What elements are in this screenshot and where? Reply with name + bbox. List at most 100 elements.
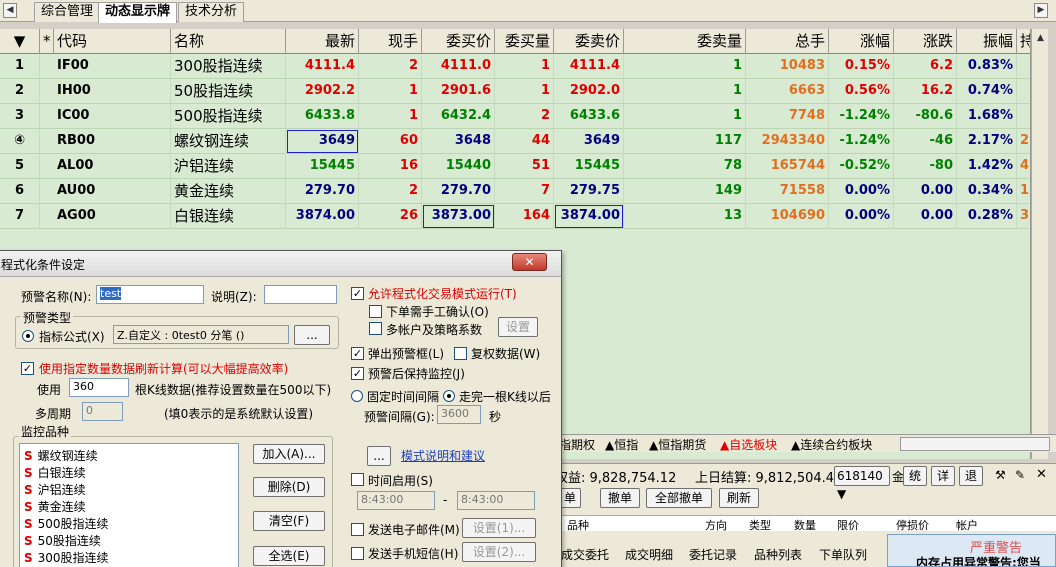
popup-alert-checkbox[interactable]: ✓ xyxy=(351,347,364,360)
list-item[interactable]: S 50股指连续 xyxy=(24,532,101,549)
add-symbol-button[interactable]: 加入(A)... xyxy=(253,444,325,464)
vertical-scrollbar[interactable]: ▲ ▼ xyxy=(1031,29,1048,459)
indicator-radio[interactable] xyxy=(22,330,34,342)
table-row[interactable]: 7 AG00 白银连续 3874.00 26 3873.00 164 3874.00 13 104… xyxy=(0,204,1030,229)
col-last[interactable]: 最新 xyxy=(286,29,359,54)
tab-tech-analysis[interactable]: 技术分析 xyxy=(178,2,245,22)
tab-hsi[interactable]: ▲恒指 xyxy=(605,436,638,453)
order-button[interactable]: 单 xyxy=(559,488,581,508)
select-all-button[interactable]: 全选(E) xyxy=(253,546,325,566)
time-enable-checkbox[interactable] xyxy=(351,473,364,486)
strategy-setup-button[interactable]: 设置 xyxy=(498,317,538,337)
send-email-checkbox[interactable] xyxy=(351,523,364,536)
tab-order-queue[interactable]: 下单队列 xyxy=(819,546,867,563)
last-volume: 2 xyxy=(359,179,422,204)
indicator-browse-button[interactable]: ... xyxy=(294,325,330,345)
close-icon[interactable]: ✕ xyxy=(512,253,547,271)
col-code[interactable]: 代码 xyxy=(54,29,171,54)
model-help-link[interactable]: 模式说明和建议 xyxy=(401,447,485,464)
fixed-interval-radio[interactable] xyxy=(351,390,363,402)
amplitude: 1.68% xyxy=(957,104,1017,129)
col-hold[interactable]: 持 xyxy=(1017,29,1030,54)
sms-setup-button[interactable]: 设置(2)... xyxy=(462,542,536,562)
horizontal-scrollbar[interactable] xyxy=(900,437,1050,451)
col-bid-vol[interactable]: 委买量 xyxy=(495,29,554,54)
exit-button[interactable]: 退 xyxy=(959,466,983,486)
col-name[interactable]: 名称 xyxy=(171,29,286,54)
clear-symbols-button[interactable]: 清空(F) xyxy=(253,511,325,531)
use-count-checkbox[interactable]: ✓ xyxy=(21,362,34,375)
col-ask-vol[interactable]: 委卖量 xyxy=(624,29,746,54)
stay-button[interactable]: 统 xyxy=(903,466,927,486)
email-setup-button[interactable]: 设置(1)... xyxy=(462,518,536,538)
close-panel-icon[interactable]: ✕ xyxy=(1036,467,1047,482)
col-ask[interactable]: 委卖价 xyxy=(554,29,624,54)
tab-order-log[interactable]: 委托记录 xyxy=(689,546,737,563)
bar-count-input[interactable]: 360 xyxy=(69,378,129,397)
memory-warning-toast[interactable]: 严重警告 内存占用异常警告:您当 xyxy=(887,534,1056,567)
tab-continuous[interactable]: ▲连续合约板块 xyxy=(791,436,872,453)
list-item[interactable]: S 螺纹钢连续 xyxy=(24,447,98,464)
alert-name-input[interactable]: test xyxy=(96,285,204,304)
table-row[interactable]: ④ RB00 螺纹钢连续 3649 60 3648 44 3649 117 2943340 -1.2… xyxy=(0,129,1030,154)
col-change-pct[interactable]: 涨幅 xyxy=(829,29,894,54)
indicator-input: Z.自定义 : 0test0 分笔 () xyxy=(113,325,289,344)
list-item[interactable]: S 黄金连续 xyxy=(24,498,86,515)
account-select[interactable]: 618140 ▼ xyxy=(834,466,890,501)
tab-fill-orders[interactable]: 成交委托 xyxy=(561,546,609,563)
list-item-label: 500股指连续 xyxy=(37,517,109,531)
table-row[interactable]: 5 AL00 沪铝连续 15445 16 15440 51 15445 78 165744 -0.5… xyxy=(0,154,1030,179)
list-item[interactable]: S 300股指连续 xyxy=(24,549,109,566)
last-volume: 16 xyxy=(359,154,422,179)
col-bid[interactable]: 委买价 xyxy=(422,29,495,54)
manual-confirm-checkbox[interactable] xyxy=(369,305,382,318)
delete-symbol-button[interactable]: 删除(D) xyxy=(253,477,325,497)
list-item[interactable]: S 500股指连续 xyxy=(24,515,109,532)
col-change[interactable]: 涨跌 xyxy=(894,29,957,54)
model-more-button[interactable]: ... xyxy=(367,446,391,466)
tab-scroll-right-icon[interactable]: ▶ xyxy=(1034,3,1048,18)
last-volume: 2 xyxy=(359,54,422,79)
tab-dynamic-board[interactable]: 动态显示牌 xyxy=(98,2,178,23)
col-direction: 方向 xyxy=(705,519,727,532)
symbol-s-icon: S xyxy=(24,551,33,565)
warning-text: 内存占用异常警告:您当 xyxy=(916,556,1041,567)
col-volume[interactable]: 现手 xyxy=(359,29,422,54)
tab-symbol-list[interactable]: 品种列表 xyxy=(754,546,802,563)
list-item[interactable]: S 沪铝连续 xyxy=(24,481,86,498)
scroll-up-icon[interactable]: ▲ xyxy=(1033,31,1048,46)
col-stop: 停损价 xyxy=(896,519,929,532)
col-total[interactable]: 总手 xyxy=(746,29,829,54)
tab-fill-detail[interactable]: 成交明细 xyxy=(625,546,673,563)
after-bar-radio[interactable] xyxy=(443,390,455,402)
dialog-titlebar[interactable]: 程式化条件设定 ✕ xyxy=(0,251,561,277)
interval-input: 3600 xyxy=(437,405,481,424)
send-sms-checkbox[interactable] xyxy=(351,547,364,560)
detail-button[interactable]: 详 xyxy=(931,466,955,486)
col-flag[interactable]: * xyxy=(40,29,54,54)
list-item[interactable]: S 白银连续 xyxy=(24,464,86,481)
tab-options[interactable]: 指期权 xyxy=(559,436,595,453)
table-row[interactable]: 2 IH00 50股指连续 2902.2 1 2901.6 1 2902.0 1 6663 0.56… xyxy=(0,79,1030,104)
refresh-button[interactable]: 刷新 xyxy=(719,488,759,508)
cancel-all-button[interactable]: 全部撤单 xyxy=(646,488,712,508)
multi-account-checkbox[interactable] xyxy=(369,322,382,335)
ask-price: 3874.00 xyxy=(554,204,624,229)
table-row[interactable]: 1 IF00 300股指连续 4111.4 2 4111.0 1 4111.4 1 10483 0.… xyxy=(0,54,1030,79)
tab-overview[interactable]: 综合管理 xyxy=(34,2,101,22)
cancel-order-button[interactable]: 撤单 xyxy=(600,488,640,508)
restore-data-checkbox[interactable] xyxy=(454,347,467,360)
description-input[interactable] xyxy=(264,285,337,304)
tab-watchlist[interactable]: ▲自选板块 xyxy=(720,436,777,453)
keep-monitor-checkbox[interactable]: ✓ xyxy=(351,367,364,380)
monitor-list[interactable]: S 螺纹钢连续 S 白银连续 S 沪铝连续 S 黄金连续 S 500股指连续 S 50股指连续 S 300… xyxy=(19,443,239,567)
col-amplitude[interactable]: 振幅 xyxy=(957,29,1017,54)
allow-trading-checkbox[interactable]: ✓ xyxy=(351,287,364,300)
table-row[interactable]: 3 IC00 500股指连续 6433.8 1 6432.4 2 6433.6 1 7748 -1.… xyxy=(0,104,1030,129)
tab-hsi-futures[interactable]: ▲恒指期货 xyxy=(649,436,706,453)
sort-menu-icon[interactable]: ▼ xyxy=(0,29,40,54)
tab-scroll-left-icon[interactable]: ◀ xyxy=(3,3,17,18)
tools-icon[interactable]: ⚒ xyxy=(995,468,1006,482)
table-row[interactable]: 6 AU00 黄金连续 279.70 2 279.70 7 279.75 149 71558 0.0… xyxy=(0,179,1030,204)
pin-icon[interactable]: ✎ xyxy=(1015,468,1025,482)
